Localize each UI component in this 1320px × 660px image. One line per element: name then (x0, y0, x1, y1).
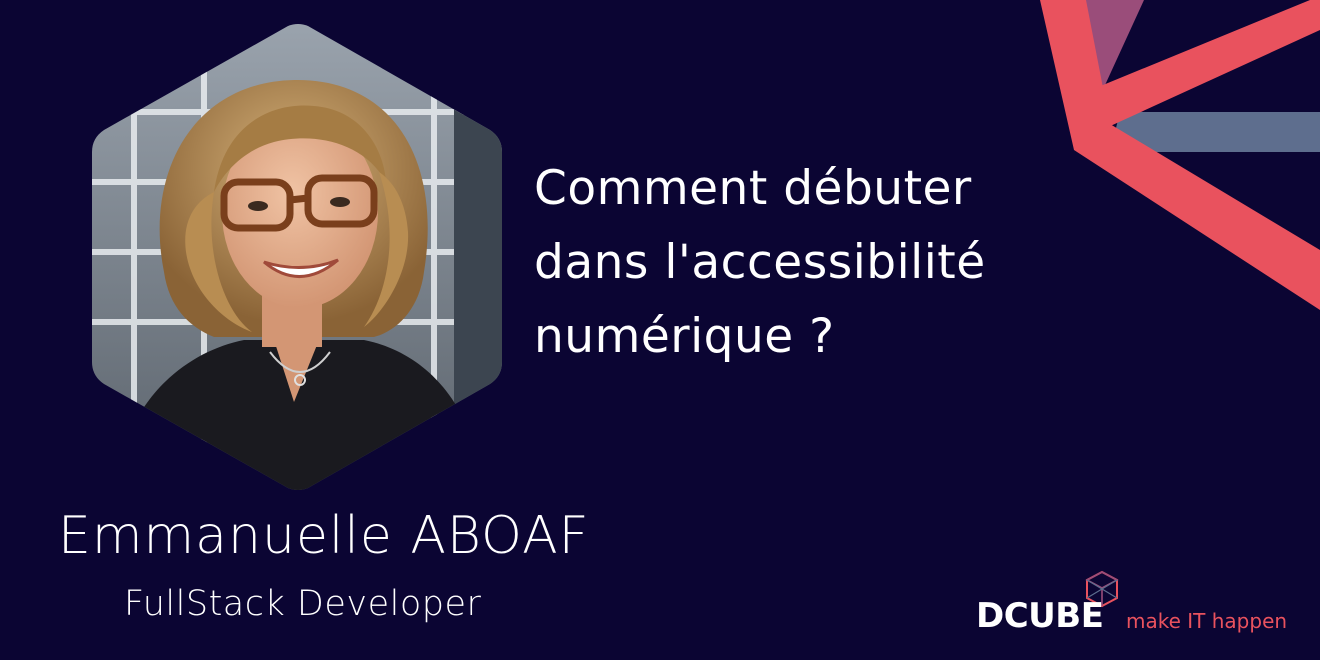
talk-title-line-2: dans l'accessibilité (534, 235, 986, 290)
speaker-name: Emmanuelle ABOAF (58, 506, 590, 566)
brand-name: Dcube (976, 596, 1104, 636)
talk-title-line-1: Comment débuter (534, 161, 972, 216)
brand-logo: Dcube make IT happen (974, 570, 1294, 640)
talk-title: Comment débuter dans l'accessibilité num… (534, 152, 1134, 374)
brand-tagline: make IT happen (1126, 609, 1288, 633)
speaker-role: FullStack Developer (124, 584, 482, 624)
talk-title-line-3: numérique ? (534, 309, 835, 364)
event-banner: Comment débuter dans l'accessibilité num… (0, 0, 1320, 660)
speaker-photo (92, 24, 502, 490)
